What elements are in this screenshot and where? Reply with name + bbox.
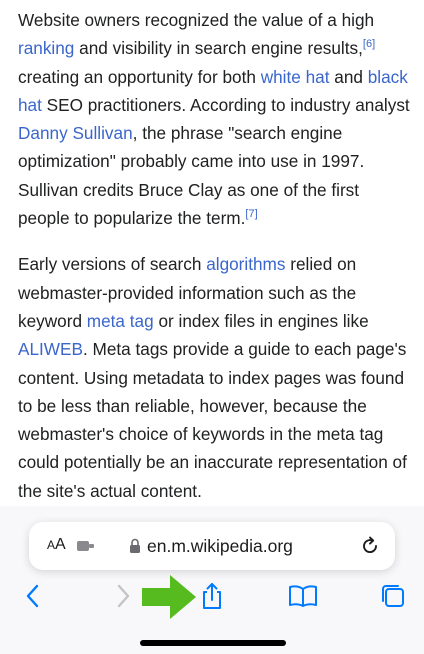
puzzle-icon[interactable] [77,539,97,553]
text: SEO practitioners. According to industry… [41,94,410,115]
reader-settings-button[interactable]: AA [47,536,66,554]
text: Website owners recognized the value of a… [18,10,375,30]
paragraph-history: Website owners recognized the value of a… [18,6,410,232]
share-icon [203,583,221,609]
link-meta-tag[interactable]: meta tag [87,311,154,331]
url-text[interactable]: en.m.wikipedia.org [147,536,293,557]
lock-icon [130,538,140,553]
text: . Meta tags provide a guide to each page… [18,339,407,501]
aa-small-label: A [47,538,56,552]
paragraph-early-versions: Early versions of search algorithms reli… [18,250,410,505]
link-ranking[interactable]: ranking [18,38,74,58]
article-content: Website owners recognized the value of a… [18,6,410,523]
chevron-right-icon [117,584,130,608]
link-white-hat[interactable]: white hat [261,67,330,87]
text: and [329,66,368,87]
aa-large-label: A [55,536,66,553]
share-button[interactable] [195,578,229,614]
text: creating an opportunity for both [18,66,261,87]
tabs-button[interactable] [376,578,410,614]
link-algorithms[interactable]: algorithms [206,254,285,274]
reload-icon[interactable] [359,535,381,557]
address-bar[interactable]: AA en.m.wikipedia.org [29,522,395,570]
chevron-left-icon [26,584,39,608]
bookmarks-button[interactable] [286,578,320,614]
back-button[interactable] [16,578,50,614]
text: and visibility in search engine results, [74,38,363,59]
book-icon [289,585,317,607]
reference-6[interactable]: [6] [363,38,375,50]
reference-7[interactable]: [7] [245,208,257,220]
home-indicator [140,640,286,646]
link-aliweb[interactable]: ALIWEB [18,339,83,359]
text: Early versions of search [18,254,207,275]
forward-button[interactable] [106,578,140,614]
link-danny-sullivan[interactable]: Danny Sullivan [18,123,133,143]
green-arrow-icon [142,575,196,619]
tabs-icon [382,585,404,607]
text: or index files in engines like [153,310,369,331]
